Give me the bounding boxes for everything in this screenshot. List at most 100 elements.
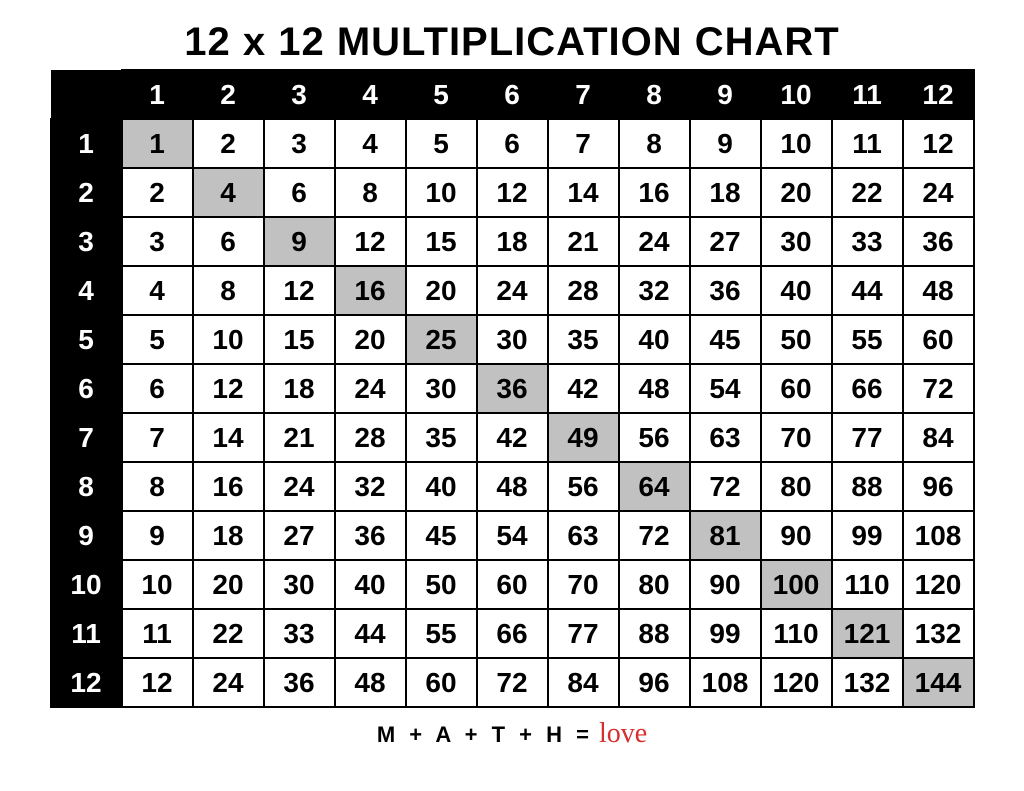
col-header: 3 bbox=[264, 70, 335, 119]
row-header: 12 bbox=[51, 658, 122, 707]
row-header: 8 bbox=[51, 462, 122, 511]
cell: 70 bbox=[548, 560, 619, 609]
row-header: 11 bbox=[51, 609, 122, 658]
cell: 15 bbox=[264, 315, 335, 364]
cell: 80 bbox=[761, 462, 832, 511]
cell: 54 bbox=[477, 511, 548, 560]
cell: 84 bbox=[903, 413, 974, 462]
cell: 8 bbox=[335, 168, 406, 217]
col-header: 5 bbox=[406, 70, 477, 119]
cell: 48 bbox=[335, 658, 406, 707]
cell: 10 bbox=[761, 119, 832, 168]
row-header: 3 bbox=[51, 217, 122, 266]
cell: 44 bbox=[335, 609, 406, 658]
col-header: 6 bbox=[477, 70, 548, 119]
cell: 22 bbox=[193, 609, 264, 658]
corner-cell bbox=[51, 70, 122, 119]
cell: 121 bbox=[832, 609, 903, 658]
cell: 56 bbox=[548, 462, 619, 511]
cell: 30 bbox=[264, 560, 335, 609]
cell: 50 bbox=[406, 560, 477, 609]
cell: 55 bbox=[832, 315, 903, 364]
cell: 2 bbox=[193, 119, 264, 168]
cell: 27 bbox=[690, 217, 761, 266]
cell: 56 bbox=[619, 413, 690, 462]
row-header: 7 bbox=[51, 413, 122, 462]
col-header: 11 bbox=[832, 70, 903, 119]
cell: 64 bbox=[619, 462, 690, 511]
cell: 18 bbox=[264, 364, 335, 413]
cell: 45 bbox=[690, 315, 761, 364]
cell: 21 bbox=[264, 413, 335, 462]
cell: 72 bbox=[903, 364, 974, 413]
cell: 48 bbox=[477, 462, 548, 511]
cell: 10 bbox=[193, 315, 264, 364]
cell: 81 bbox=[690, 511, 761, 560]
cell: 16 bbox=[619, 168, 690, 217]
cell: 108 bbox=[903, 511, 974, 560]
cell: 55 bbox=[406, 609, 477, 658]
table-row: 881624324048566472808896 bbox=[51, 462, 974, 511]
row-header: 2 bbox=[51, 168, 122, 217]
footer-love-text: love bbox=[599, 718, 647, 750]
cell: 28 bbox=[548, 266, 619, 315]
cell: 96 bbox=[619, 658, 690, 707]
cell: 4 bbox=[335, 119, 406, 168]
cell: 36 bbox=[264, 658, 335, 707]
cell: 84 bbox=[548, 658, 619, 707]
table-row: 9918273645546372819099108 bbox=[51, 511, 974, 560]
cell: 6 bbox=[122, 364, 193, 413]
cell: 54 bbox=[690, 364, 761, 413]
cell: 11 bbox=[122, 609, 193, 658]
cell: 132 bbox=[903, 609, 974, 658]
cell: 32 bbox=[619, 266, 690, 315]
cell: 6 bbox=[193, 217, 264, 266]
table-row: 1123456789101112 bbox=[51, 119, 974, 168]
cell: 18 bbox=[477, 217, 548, 266]
cell: 60 bbox=[903, 315, 974, 364]
cell: 48 bbox=[903, 266, 974, 315]
cell: 7 bbox=[122, 413, 193, 462]
cell: 72 bbox=[690, 462, 761, 511]
cell: 60 bbox=[477, 560, 548, 609]
cell: 40 bbox=[761, 266, 832, 315]
cell: 120 bbox=[761, 658, 832, 707]
col-header: 2 bbox=[193, 70, 264, 119]
cell: 6 bbox=[477, 119, 548, 168]
cell: 24 bbox=[619, 217, 690, 266]
cell: 18 bbox=[193, 511, 264, 560]
cell: 63 bbox=[548, 511, 619, 560]
cell: 50 bbox=[761, 315, 832, 364]
table-row: 121224364860728496108120132144 bbox=[51, 658, 974, 707]
cell: 35 bbox=[406, 413, 477, 462]
cell: 33 bbox=[264, 609, 335, 658]
cell: 4 bbox=[122, 266, 193, 315]
cell: 9 bbox=[264, 217, 335, 266]
cell: 40 bbox=[619, 315, 690, 364]
cell: 14 bbox=[548, 168, 619, 217]
cell: 27 bbox=[264, 511, 335, 560]
cell: 120 bbox=[903, 560, 974, 609]
cell: 24 bbox=[264, 462, 335, 511]
cell: 30 bbox=[761, 217, 832, 266]
row-header: 4 bbox=[51, 266, 122, 315]
table-row: 10102030405060708090100110120 bbox=[51, 560, 974, 609]
cell: 15 bbox=[406, 217, 477, 266]
cell: 44 bbox=[832, 266, 903, 315]
cell: 110 bbox=[832, 560, 903, 609]
cell: 1 bbox=[122, 119, 193, 168]
cell: 60 bbox=[406, 658, 477, 707]
cell: 80 bbox=[619, 560, 690, 609]
cell: 12 bbox=[335, 217, 406, 266]
cell: 12 bbox=[193, 364, 264, 413]
cell: 132 bbox=[832, 658, 903, 707]
header-row: 123456789101112 bbox=[51, 70, 974, 119]
cell: 14 bbox=[193, 413, 264, 462]
cell: 3 bbox=[264, 119, 335, 168]
col-header: 8 bbox=[619, 70, 690, 119]
cell: 72 bbox=[619, 511, 690, 560]
cell: 66 bbox=[832, 364, 903, 413]
cell: 16 bbox=[193, 462, 264, 511]
cell: 5 bbox=[122, 315, 193, 364]
cell: 24 bbox=[193, 658, 264, 707]
